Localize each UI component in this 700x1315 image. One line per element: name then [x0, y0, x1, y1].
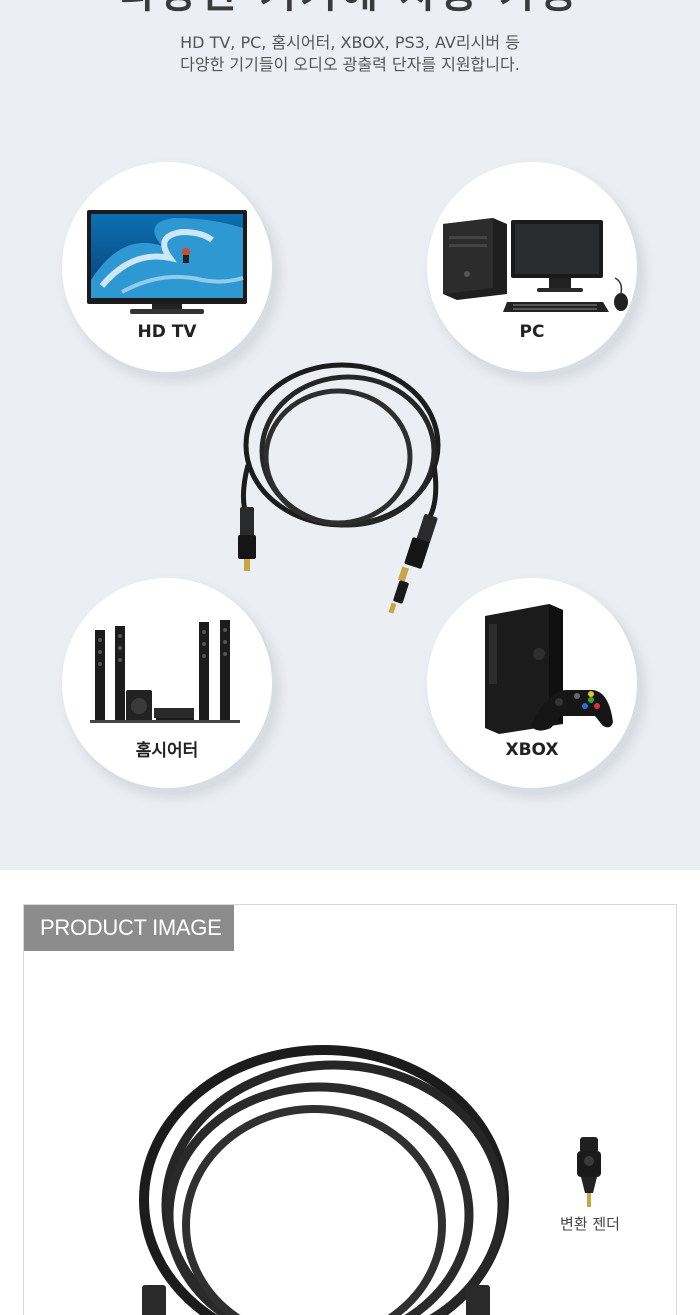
device-card-xbox: XBOX	[427, 578, 637, 788]
section-heading: 다양한 기기에 사용 가능	[0, 0, 700, 14]
adapter-label: 변환 젠더	[560, 1215, 620, 1233]
desktop-pc-icon	[443, 218, 628, 312]
description-line-2: 다양한 기기들이 오디오 광출력 단자를 지원합니다.	[180, 55, 520, 74]
hd-tv-icon	[87, 210, 247, 314]
section-description: HD TV, PC, 홈시어터, XBOX, PS3, AV리시버 등 다양한 …	[0, 32, 700, 76]
product-image-tag: PRODUCT IMAGE	[24, 905, 234, 951]
device-label-pc: PC	[519, 322, 545, 342]
coiled-optical-cable-image	[139, 1045, 509, 1315]
product-image-panel: PRODUCT IMAGE 변환 젠더	[23, 904, 677, 1315]
device-card-hd-tv: HD TV	[62, 162, 272, 372]
device-card-home-theater: 홈시어터	[62, 578, 272, 788]
description-line-1: HD TV, PC, 홈시어터, XBOX, PS3, AV리시버 등	[180, 33, 520, 52]
xbox-console-icon	[485, 604, 613, 734]
device-label-hd-tv: HD TV	[137, 322, 197, 342]
usage-section: 다양한 기기에 사용 가능 HD TV, PC, 홈시어터, XBOX, PS3…	[0, 0, 700, 870]
home-theater-icon	[90, 620, 240, 723]
device-card-pc: PC	[427, 162, 637, 372]
adapter-gender-image	[577, 1137, 601, 1207]
device-label-home-theater: 홈시어터	[135, 741, 199, 761]
device-label-xbox: XBOX	[505, 740, 559, 760]
